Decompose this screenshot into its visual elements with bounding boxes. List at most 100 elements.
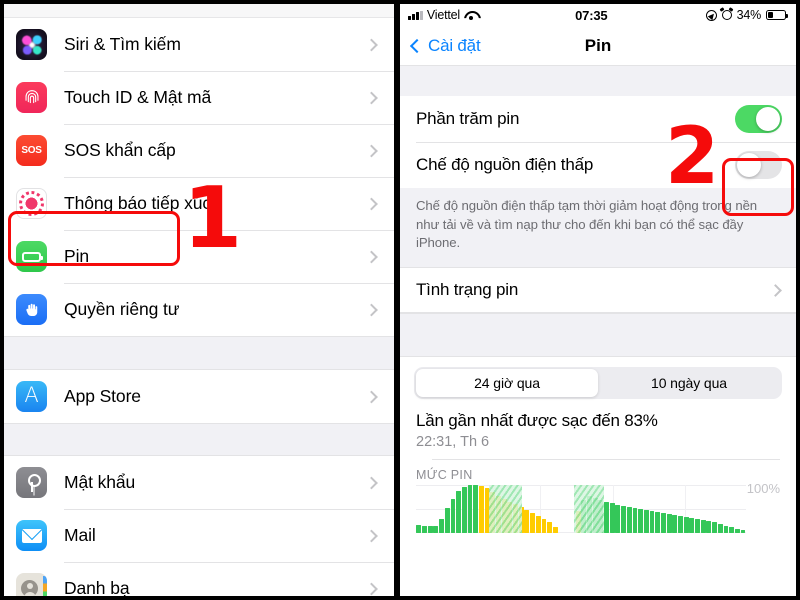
sidebar-item-label: Thông báo tiếp xúc — [64, 193, 212, 213]
chevron-right-icon — [365, 91, 378, 104]
chart-bar — [416, 524, 422, 534]
chart-bar — [729, 527, 735, 534]
chart-bar — [689, 517, 695, 534]
chevron-left-icon — [409, 38, 425, 53]
battery-percentage-row[interactable]: Phần trăm pin — [400, 96, 796, 142]
last-charge-block: Lần gần nhất được sạc đến 83% 22:31, Th … — [400, 405, 796, 461]
chart-bar — [478, 486, 484, 534]
chart-bar — [632, 508, 638, 534]
sidebar-item-sos[interactable]: SOS SOS khẩn cấp — [4, 124, 394, 177]
touchid-icon — [16, 82, 47, 113]
chart-bars — [416, 485, 746, 534]
chart-charging-band — [488, 485, 522, 534]
sidebar-item-label: Danh bạ — [64, 578, 130, 596]
chevron-right-icon — [365, 250, 378, 263]
chevron-right-icon — [365, 38, 378, 51]
chevron-right-icon — [365, 303, 378, 316]
sidebar-item-pin[interactable]: Pin — [4, 230, 394, 283]
battery-icon — [16, 241, 47, 272]
chart-bar — [422, 525, 427, 534]
back-button[interactable]: Cài đặt — [409, 35, 481, 56]
sidebar-item-touchid[interactable]: Touch ID & Mật mã — [4, 71, 394, 124]
segment-10-days[interactable]: 10 ngày qua — [598, 369, 780, 397]
chart-bar — [683, 516, 689, 534]
chart-bar — [473, 485, 479, 534]
chart-bar — [547, 521, 553, 534]
battery-percent-label: 34% — [736, 8, 762, 22]
last-charge-timestamp: 22:31, Th 6 — [416, 434, 490, 451]
clock-label: 07:35 — [575, 7, 608, 23]
chart-bar — [700, 519, 706, 534]
chart-bar — [433, 526, 439, 534]
chart-bar — [649, 511, 655, 534]
low-power-mode-row[interactable]: Chế độ nguồn điện thấp — [400, 142, 796, 188]
settings-screen: Siri & Tìm kiếm Touch ID & Mật mã SOS SO… — [4, 4, 394, 596]
chevron-right-icon — [365, 390, 378, 403]
chart-bar — [461, 487, 467, 534]
sos-icon: SOS — [16, 135, 47, 166]
chart-bar — [695, 518, 700, 534]
battery-settings-screen: Viettel 07:35 34% Cài đặt Pin Phần trăm … — [400, 4, 796, 596]
settings-group-2: A App Store — [4, 370, 394, 423]
chevron-right-icon — [365, 529, 378, 542]
battery-health-row[interactable]: Tình trạng pin — [400, 267, 796, 314]
chart-bar — [655, 512, 661, 534]
chart-bar — [535, 515, 541, 534]
app-store-icon-text: A — [24, 383, 39, 407]
sidebar-item-label: SOS khẩn cấp — [64, 140, 176, 160]
chart-bar — [678, 515, 683, 534]
sidebar-item-label: Mail — [64, 525, 96, 545]
section-gap — [400, 66, 796, 96]
battery-percentage-toggle[interactable] — [735, 105, 782, 133]
battery-toggles-card: Phần trăm pin Chế độ nguồn điện thấp — [400, 96, 796, 188]
alarm-clock-icon — [721, 10, 732, 20]
exposure-notification-icon — [16, 188, 47, 219]
chart-bar — [712, 521, 718, 534]
chart-bar — [604, 501, 609, 534]
chevron-right-icon — [365, 197, 378, 210]
low-power-mode-toggle[interactable] — [735, 151, 782, 179]
settings-group-3: Mật khẩu Mail Danh bạ — [4, 456, 394, 596]
chart-bar — [524, 510, 530, 534]
sidebar-item-mail[interactable]: Mail — [4, 509, 394, 562]
segment-24-hours[interactable]: 24 giờ qua — [416, 369, 598, 398]
chart-bar — [444, 508, 450, 534]
sidebar-item-label: Quyền riêng tư — [64, 299, 180, 319]
chart-bar — [717, 523, 723, 534]
chart-bar — [672, 514, 678, 534]
chart-bar — [541, 518, 547, 534]
chart-bar — [609, 503, 615, 534]
back-button-label: Cài đặt — [428, 35, 481, 55]
time-range-segmented-control[interactable]: 24 giờ qua 10 ngày qua — [414, 367, 782, 400]
status-bar-left: Viettel — [408, 8, 477, 22]
contacts-icon — [16, 573, 47, 596]
last-charge-title: Lần gần nhất được sạc đến 83% — [416, 411, 658, 431]
chart-bar — [530, 513, 536, 534]
chart-bar — [615, 505, 621, 534]
low-power-mode-description: Chế độ nguồn điện thấp tạm thời giảm hoạ… — [400, 188, 796, 268]
chart-bar — [660, 513, 666, 534]
sidebar-item-contacts[interactable]: Danh bạ — [4, 562, 394, 596]
chart-bar — [706, 520, 712, 534]
sidebar-item-passwords[interactable]: Mật khẩu — [4, 456, 394, 509]
sidebar-item-privacy[interactable]: Quyền riêng tư — [4, 283, 394, 336]
privacy-hand-icon — [16, 294, 47, 325]
navigation-bar: Cài đặt Pin — [400, 26, 796, 66]
chart-bar — [467, 485, 473, 534]
row-label: Tình trạng pin — [416, 280, 519, 300]
sidebar-item-label: Touch ID & Mật mã — [64, 87, 212, 107]
chart-bar — [626, 507, 632, 534]
sidebar-item-exposure-notifications[interactable]: Thông báo tiếp xúc — [4, 177, 394, 230]
chart-bar — [638, 509, 644, 534]
section-gap — [400, 313, 796, 358]
settings-group-1: Siri & Tìm kiếm Touch ID & Mật mã SOS SO… — [4, 18, 394, 336]
chevron-right-icon — [365, 476, 378, 489]
sidebar-item-app-store[interactable]: A App Store — [4, 370, 394, 423]
sidebar-item-siri[interactable]: Siri & Tìm kiếm — [4, 18, 394, 71]
chart-bar — [450, 498, 456, 534]
sidebar-item-label: Siri & Tìm kiếm — [64, 34, 181, 54]
carrier-label: Viettel — [426, 8, 460, 22]
chart-bar — [427, 526, 433, 534]
chart-bar — [723, 525, 729, 534]
siri-icon — [16, 29, 47, 60]
